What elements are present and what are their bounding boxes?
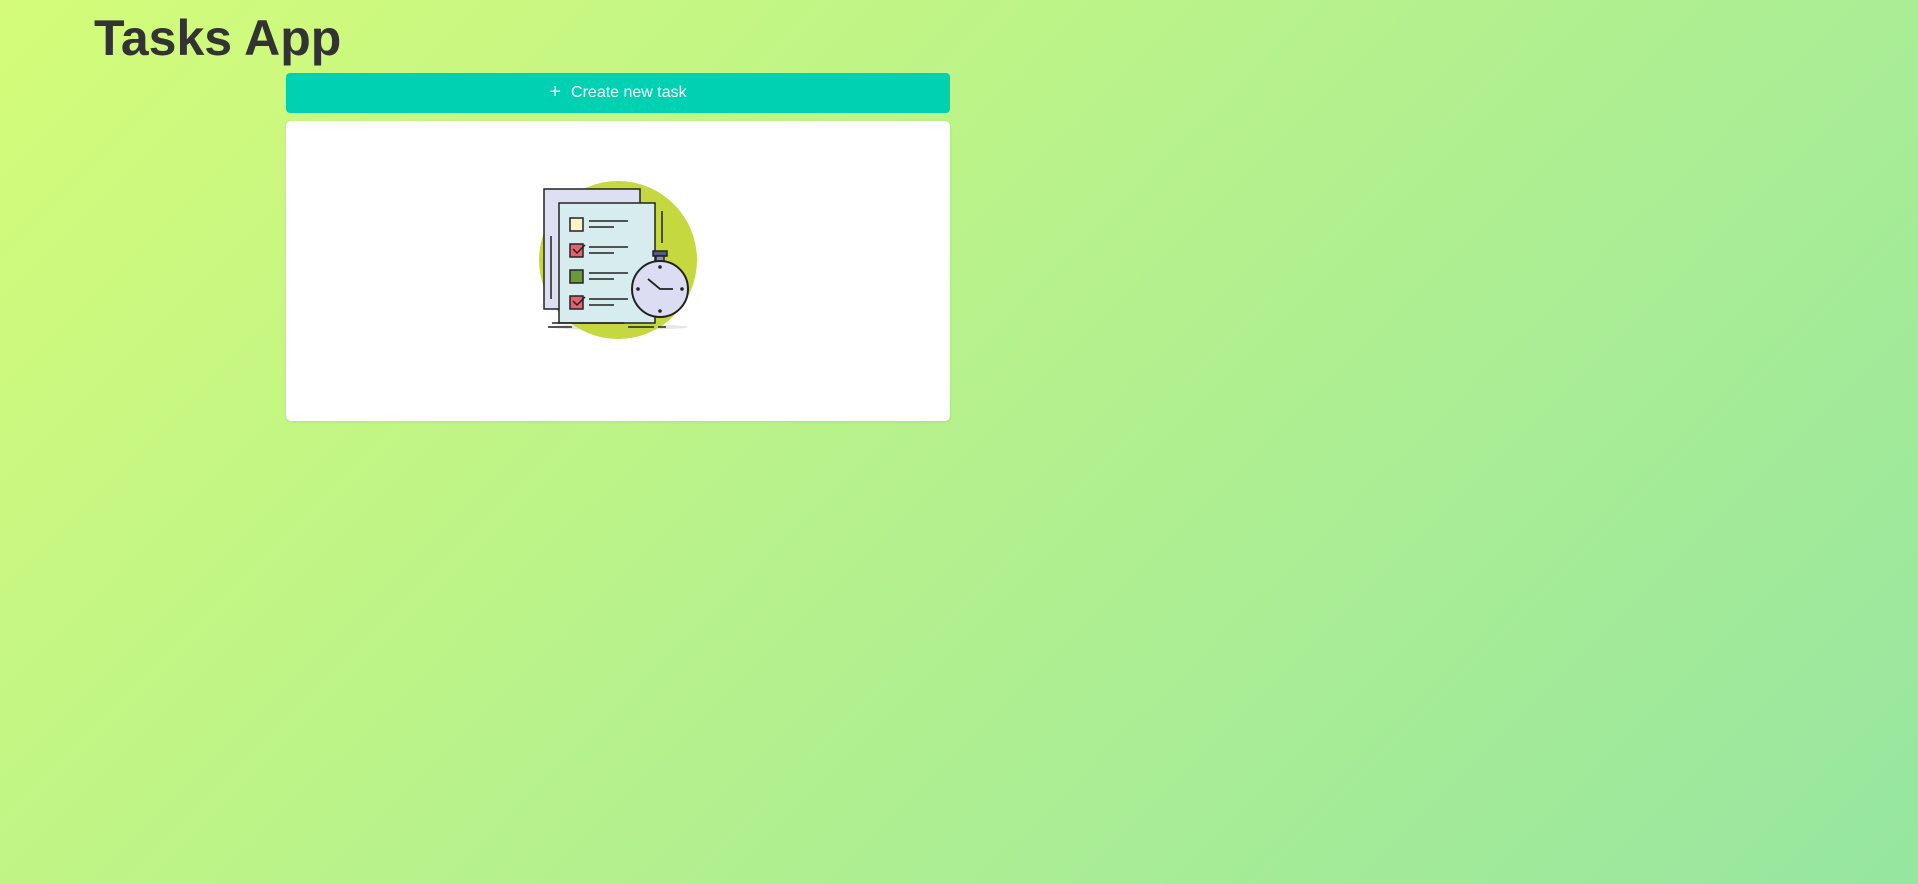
plus-icon: + xyxy=(549,81,562,103)
create-task-button[interactable]: + Create new task xyxy=(286,73,950,113)
task-list-card xyxy=(286,121,950,421)
create-task-label: Create new task xyxy=(571,84,687,101)
app-title: Tasks App xyxy=(94,10,342,66)
task-checklist-illustration xyxy=(539,181,697,339)
